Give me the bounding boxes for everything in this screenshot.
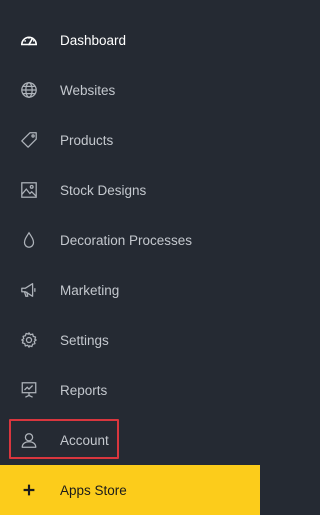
globe-icon xyxy=(20,81,38,99)
sidebar-item-marketing[interactable]: Marketing xyxy=(0,265,260,315)
sidebar-item-label: Settings xyxy=(60,332,109,348)
sidebar-item-label: Decoration Processes xyxy=(60,232,193,248)
image-icon xyxy=(20,181,38,199)
sidebar-item-label: Products xyxy=(60,132,114,148)
sidebar-item-products[interactable]: Products xyxy=(0,115,260,165)
sidebar-item-stock-designs[interactable]: Stock Designs xyxy=(0,165,260,215)
gear-icon xyxy=(20,331,38,349)
sidebar-item-dashboard[interactable]: Dashboard xyxy=(0,15,260,65)
plus-icon xyxy=(20,481,38,499)
sidebar-item-label: Websites xyxy=(60,82,116,98)
sidebar-item-reports[interactable]: Reports xyxy=(0,365,260,415)
sidebar-item-label: Stock Designs xyxy=(60,182,147,198)
chart-board-icon xyxy=(20,381,38,399)
apps-store-label: Apps Store xyxy=(60,482,127,498)
sidebar-item-label: Marketing xyxy=(60,282,120,298)
droplet-icon xyxy=(20,231,38,249)
tag-icon xyxy=(20,131,38,149)
sidebar-item-label: Reports xyxy=(60,382,108,398)
account-highlight-box xyxy=(9,419,119,459)
sidebar-item-websites[interactable]: Websites xyxy=(0,65,260,115)
apps-store-button[interactable]: Apps Store xyxy=(0,465,260,515)
megaphone-icon xyxy=(20,281,38,299)
sidebar-nav: Dashboard Websites Products Stock Design… xyxy=(0,0,260,515)
sidebar-item-decoration-processes[interactable]: Decoration Processes xyxy=(0,215,260,265)
sidebar-item-label: Dashboard xyxy=(60,32,127,48)
speedometer-icon xyxy=(20,31,38,49)
sidebar-item-settings[interactable]: Settings xyxy=(0,315,260,365)
